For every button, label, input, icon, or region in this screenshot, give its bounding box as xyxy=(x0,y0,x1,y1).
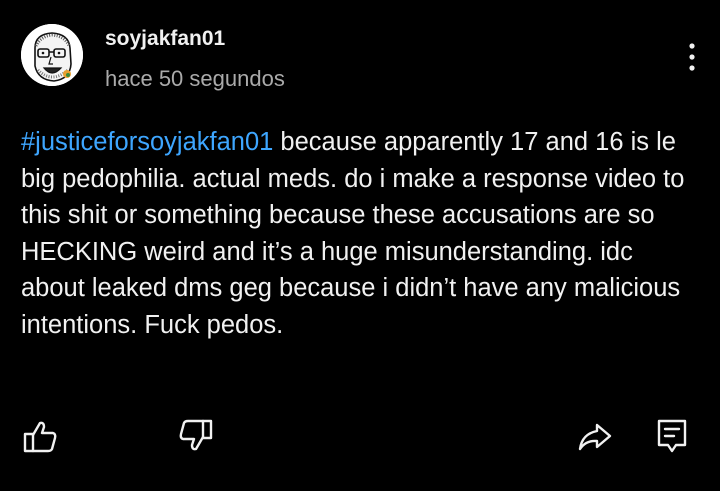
soyjak-face-icon xyxy=(21,24,83,86)
share-button[interactable] xyxy=(573,414,617,458)
share-arrow-icon xyxy=(578,423,612,451)
comment-author[interactable]: soyjakfan01 xyxy=(105,27,225,51)
more-options-button[interactable] xyxy=(674,38,710,78)
reply-button[interactable] xyxy=(650,414,694,458)
avatar[interactable] xyxy=(21,24,83,86)
comment-timestamp: hace 50 segundos xyxy=(105,66,285,91)
hashtag-link[interactable]: #justiceforsoyjakfan01 xyxy=(21,128,273,156)
dislike-button[interactable] xyxy=(174,414,218,458)
comment-card: soyjakfan01 hace 50 segundos #justicefor… xyxy=(0,0,720,491)
comment-text: #justiceforsoyjakfan01 because apparentl… xyxy=(21,124,701,343)
thumbs-up-icon xyxy=(23,421,57,453)
like-button[interactable] xyxy=(18,414,62,458)
vertical-ellipsis-icon xyxy=(689,43,695,71)
comment-body-text: because apparently 17 and 16 is le big p… xyxy=(21,128,685,339)
comment-reply-icon xyxy=(657,419,687,453)
thumbs-down-icon xyxy=(179,419,213,451)
